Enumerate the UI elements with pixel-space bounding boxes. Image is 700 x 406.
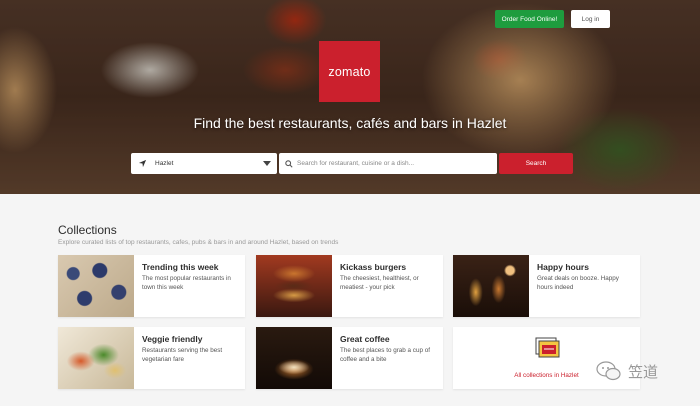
search-box[interactable] <box>279 153 497 174</box>
zomato-logo[interactable]: zomato <box>319 41 380 102</box>
search-icon <box>285 159 293 168</box>
coffee-thumbnail <box>256 327 332 389</box>
hero-banner: Order Food Online! Log in zomato Find th… <box>0 0 700 194</box>
collection-card-coffee[interactable]: Great coffee The best places to grab a c… <box>256 327 443 389</box>
watermark-text: 笠道 <box>628 363 659 381</box>
location-value: Hazlet <box>155 160 174 167</box>
card-description: Restaurants serving the best vegetarian … <box>142 347 223 363</box>
location-selector[interactable]: Hazlet <box>131 153 277 174</box>
card-title: Veggie friendly <box>142 334 203 344</box>
card-title: Kickass burgers <box>340 262 407 272</box>
happy-hours-thumbnail <box>453 255 529 317</box>
veggie-thumbnail <box>58 327 134 389</box>
card-title: Happy hours <box>537 262 589 272</box>
collections-title: Collections <box>58 223 117 237</box>
collections-folder-icon <box>535 337 560 358</box>
card-title: Trending this week <box>142 262 219 272</box>
order-food-online-button[interactable]: Order Food Online! <box>495 10 564 28</box>
card-description: The best places to grab a cup of coffee … <box>340 347 430 363</box>
search-button[interactable]: Search <box>499 153 573 174</box>
location-arrow-icon <box>138 159 147 168</box>
collections-subtitle: Explore curated lists of top restaurants… <box>58 239 339 246</box>
card-description: The most popular restaurants in town thi… <box>142 275 231 291</box>
card-title: Great coffee <box>340 334 390 344</box>
hero-tagline: Find the best restaurants, cafés and bar… <box>193 115 507 131</box>
card-description: Great deals on booze. Happy hours indeed <box>537 275 619 291</box>
watermark: 笠道 <box>596 358 678 384</box>
dropdown-caret-icon <box>263 161 271 166</box>
collection-card-happy-hours[interactable]: Happy hours Great deals on booze. Happy … <box>453 255 640 317</box>
collection-card-trending[interactable]: Trending this week The most popular rest… <box>58 255 245 317</box>
logo-text: zomato <box>328 64 371 79</box>
card-description: The cheesiest, healthiest, or meatiest -… <box>340 275 419 291</box>
search-input[interactable] <box>297 160 487 167</box>
trending-thumbnail <box>58 255 134 317</box>
collection-card-burgers[interactable]: Kickass burgers The cheesiest, healthies… <box>256 255 443 317</box>
login-button[interactable]: Log in <box>571 10 610 28</box>
wechat-icon <box>596 361 621 381</box>
collection-card-veggie[interactable]: Veggie friendly Restaurants serving the … <box>58 327 245 389</box>
burgers-thumbnail <box>256 255 332 317</box>
